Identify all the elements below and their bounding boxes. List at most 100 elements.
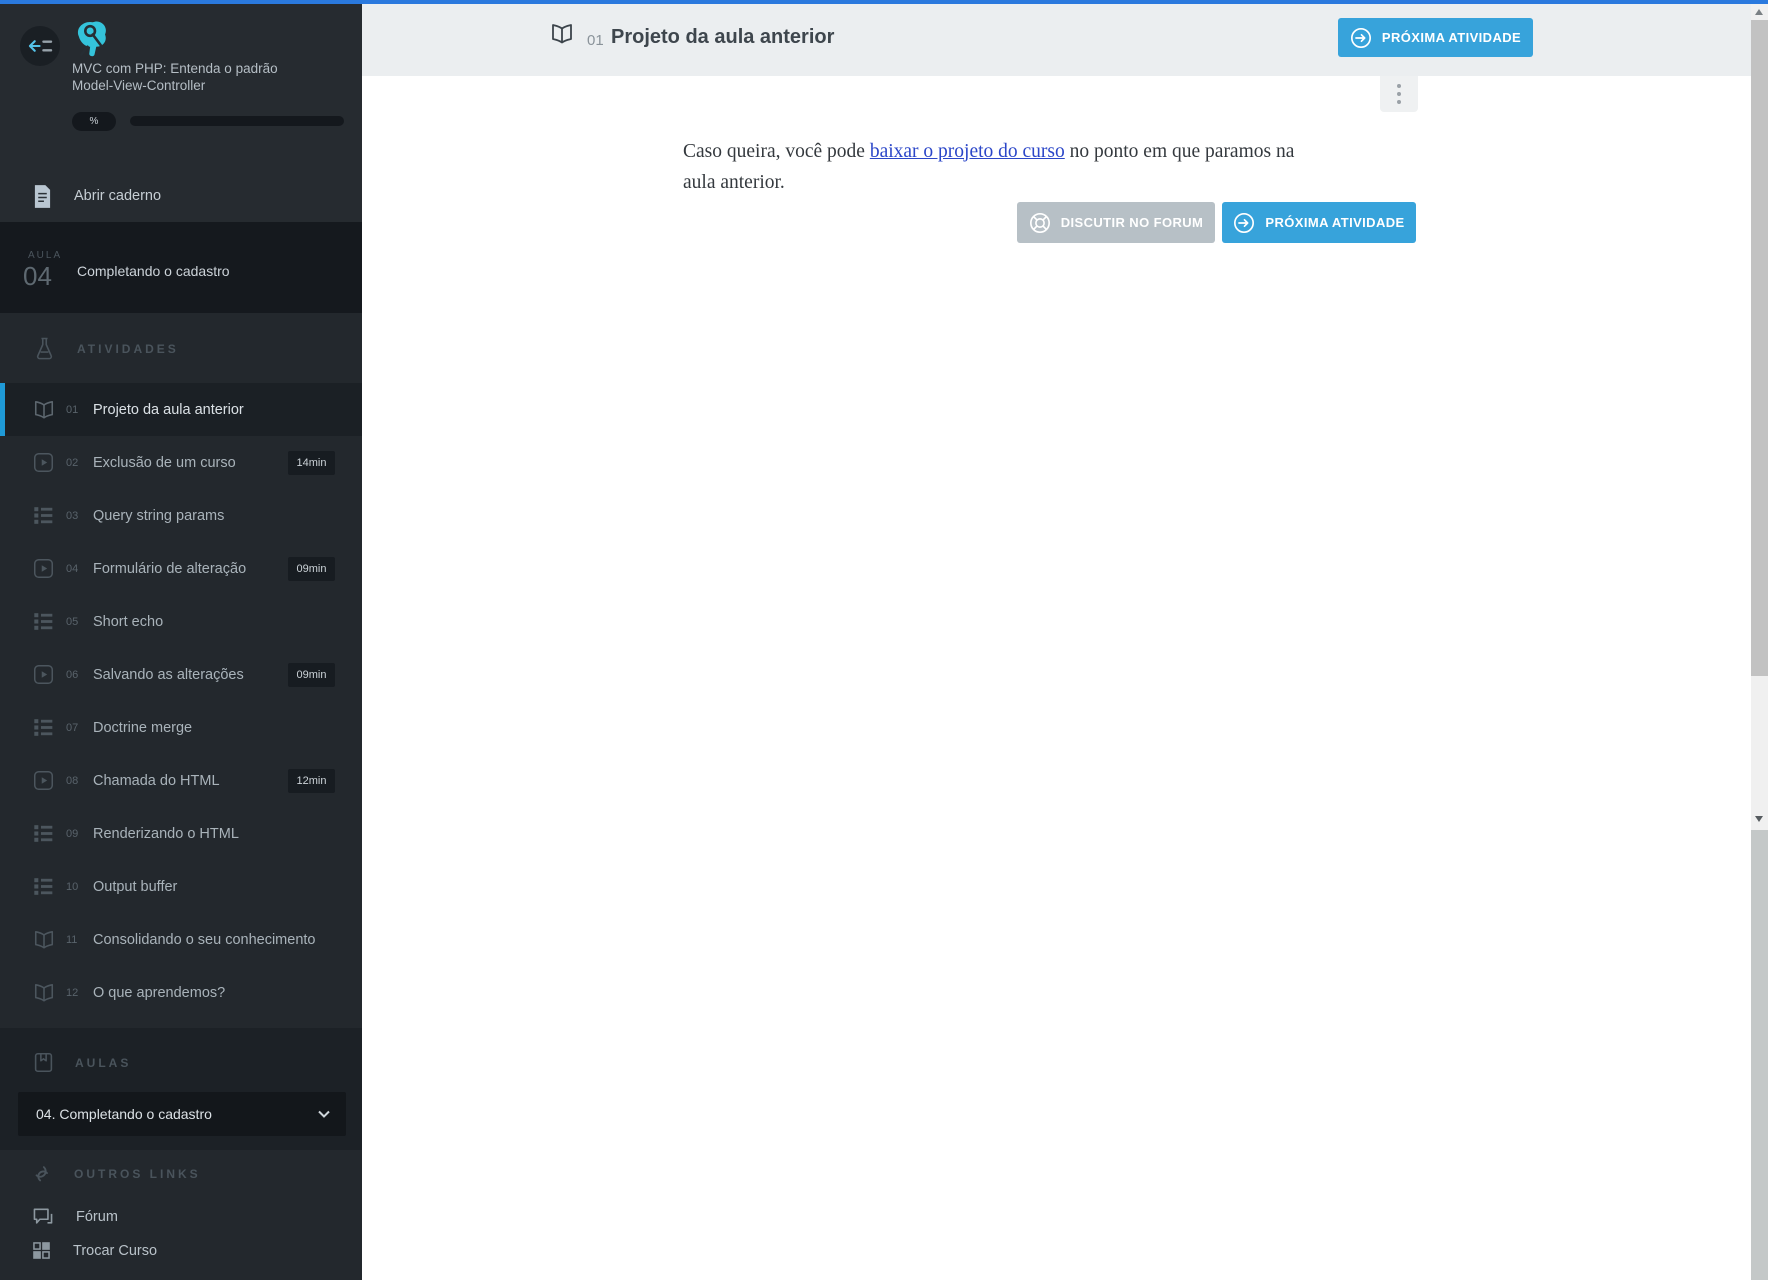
activities-list: 01 Projeto da aula anterior 02 Exclusão …: [0, 383, 362, 1019]
activity-item-11[interactable]: 11 Consolidando o seu conhecimento: [0, 913, 362, 966]
activity-item-01[interactable]: 01 Projeto da aula anterior: [0, 383, 362, 436]
paragraph-text: aula anterior.: [683, 171, 785, 193]
activity-item-08[interactable]: 08 Chamada do HTML 12min: [0, 754, 362, 807]
list-icon: [33, 876, 57, 897]
open-notebook-button[interactable]: Abrir caderno: [0, 170, 362, 222]
course-title-line2: Model-View-Controller: [72, 78, 206, 93]
activity-header-bar: 01 Projeto da aula anterior PRÓXIMA ATIV…: [362, 4, 1768, 76]
activities-header-label: ATIVIDADES: [77, 342, 179, 356]
activity-item-03[interactable]: 03 Query string params: [0, 489, 362, 542]
activity-number: 09: [66, 827, 79, 840]
activity-number: 11: [66, 933, 78, 946]
arrow-circle-right-icon: [1350, 27, 1372, 49]
book-open-icon: [33, 982, 57, 1004]
arrow-circle-right-icon: [1233, 212, 1255, 234]
change-course-link[interactable]: Trocar Curso: [33, 1242, 157, 1259]
activity-item-04[interactable]: 04 Formulário de alteração 09min: [0, 542, 362, 595]
activity-item-10[interactable]: 10 Output buffer: [0, 860, 362, 913]
collapse-sidebar-button[interactable]: [20, 26, 60, 66]
book-open-icon: [33, 399, 57, 421]
activity-label: Renderizando o HTML: [93, 825, 239, 842]
activity-label: Projeto da aula anterior: [93, 401, 244, 418]
lesson-word-label: AULA: [28, 250, 63, 261]
activity-number: 04: [66, 562, 79, 575]
progress-percent-badge: %: [72, 112, 116, 131]
activity-item-07[interactable]: 07 Doctrine merge: [0, 701, 362, 754]
course-title: MVC com PHP: Entenda o padrão Model-View…: [72, 60, 347, 94]
duration-badge: 09min: [288, 662, 335, 687]
forum-chat-icon: [33, 1208, 53, 1226]
scrollbar-thumb[interactable]: [1751, 20, 1768, 676]
activity-header-title: Projeto da aula anterior: [611, 26, 835, 48]
next-activity-button-top[interactable]: PRÓXIMA ATIVIDADE: [1338, 18, 1533, 57]
collapse-arrow-icon: [28, 37, 53, 55]
activity-number: 06: [66, 668, 79, 681]
duration-badge: 14min: [288, 450, 335, 475]
lesson-number: 04: [23, 261, 52, 291]
video-icon: [33, 770, 57, 791]
activity-number: 01: [66, 403, 79, 416]
paragraph-text: Caso queira, você pode: [683, 140, 870, 162]
next-activity-button-label: PRÓXIMA ATIVIDADE: [1265, 215, 1405, 230]
activity-item-02[interactable]: 02 Exclusão de um curso 14min: [0, 436, 362, 489]
scroll-down-arrow-icon[interactable]: [1755, 816, 1763, 822]
activity-number: 07: [66, 721, 79, 734]
grid-icon: [33, 1242, 50, 1259]
paragraph-text: no ponto em que paramos na: [1064, 140, 1295, 162]
next-activity-button[interactable]: PRÓXIMA ATIVIDADE: [1222, 202, 1416, 243]
activity-item-06[interactable]: 06 Salvando as alterações 09min: [0, 648, 362, 701]
activities-header: ATIVIDADES: [34, 337, 179, 361]
activity-label: Short echo: [93, 613, 164, 630]
course-logo[interactable]: [70, 16, 112, 60]
chevron-down-icon: [318, 1110, 330, 1118]
activity-item-05[interactable]: 05 Short echo: [0, 595, 362, 648]
activity-label: Formulário de alteração: [93, 560, 247, 577]
video-icon: [33, 558, 57, 579]
activity-label: O que aprendemos?: [93, 984, 226, 1001]
download-project-link[interactable]: baixar o projeto do curso: [870, 141, 1065, 162]
lesson-title: Completando o cadastro: [77, 263, 230, 279]
vertical-scrollbar[interactable]: [1751, 4, 1768, 1280]
activity-number: 02: [66, 456, 79, 469]
lesson-select-value: 04. Completando o cadastro: [36, 1106, 212, 1122]
course-sidebar: MVC com PHP: Entenda o padrão Model-View…: [0, 0, 362, 1280]
kebab-menu-button[interactable]: [1380, 76, 1418, 112]
lessons-section: AULAS 04. Completando o cadastro: [0, 1028, 362, 1150]
activity-label: Salvando as alterações: [93, 666, 244, 683]
activity-label: Exclusão de um curso: [93, 454, 236, 471]
activity-label: Doctrine merge: [93, 719, 193, 736]
activities-section: ATIVIDADES 01 Projeto da aula anterior 0…: [0, 313, 362, 1028]
list-icon: [33, 717, 57, 738]
duration-badge: 09min: [288, 556, 335, 581]
activity-item-12[interactable]: 12 O que aprendemos?: [0, 966, 362, 1019]
video-icon: [33, 664, 57, 685]
video-icon: [33, 452, 57, 473]
progress-bar: [130, 116, 344, 126]
book-open-icon: [550, 22, 574, 46]
forum-link-label: Fórum: [76, 1209, 118, 1225]
book-open-icon: [33, 929, 57, 951]
forum-link[interactable]: Fórum: [33, 1208, 118, 1226]
change-course-link-label: Trocar Curso: [73, 1242, 158, 1259]
other-links-header-label: OUTROS LINKS: [74, 1167, 201, 1181]
activity-item-09[interactable]: 09 Renderizando o HTML: [0, 807, 362, 860]
lifering-icon: [1029, 212, 1051, 234]
duration-badge: 12min: [288, 768, 335, 793]
lessons-header-label: AULAS: [75, 1055, 132, 1070]
next-activity-button-top-label: PRÓXIMA ATIVIDADE: [1381, 30, 1522, 45]
other-links-section: OUTROS LINKS Fórum Trocar Curso: [0, 1150, 362, 1280]
scrollbar-lower-region[interactable]: [1751, 830, 1768, 1280]
book-closed-icon: [33, 1052, 54, 1073]
activity-label: Output buffer: [93, 878, 178, 895]
document-icon: [33, 184, 52, 208]
open-notebook-label: Abrir caderno: [74, 188, 162, 204]
course-title-line1: MVC com PHP: Entenda o padrão: [72, 61, 278, 76]
discuss-forum-button[interactable]: DISCUTIR NO FORUM: [1017, 202, 1215, 243]
lesson-select-dropdown[interactable]: 04. Completando o cadastro: [18, 1092, 346, 1136]
scroll-up-arrow-icon[interactable]: [1755, 9, 1763, 15]
activity-number: 05: [66, 615, 79, 628]
list-icon: [33, 823, 57, 844]
activity-label: Consolidando o seu conhecimento: [93, 931, 316, 948]
activity-number: 12: [66, 986, 79, 999]
flask-icon: [34, 337, 55, 361]
